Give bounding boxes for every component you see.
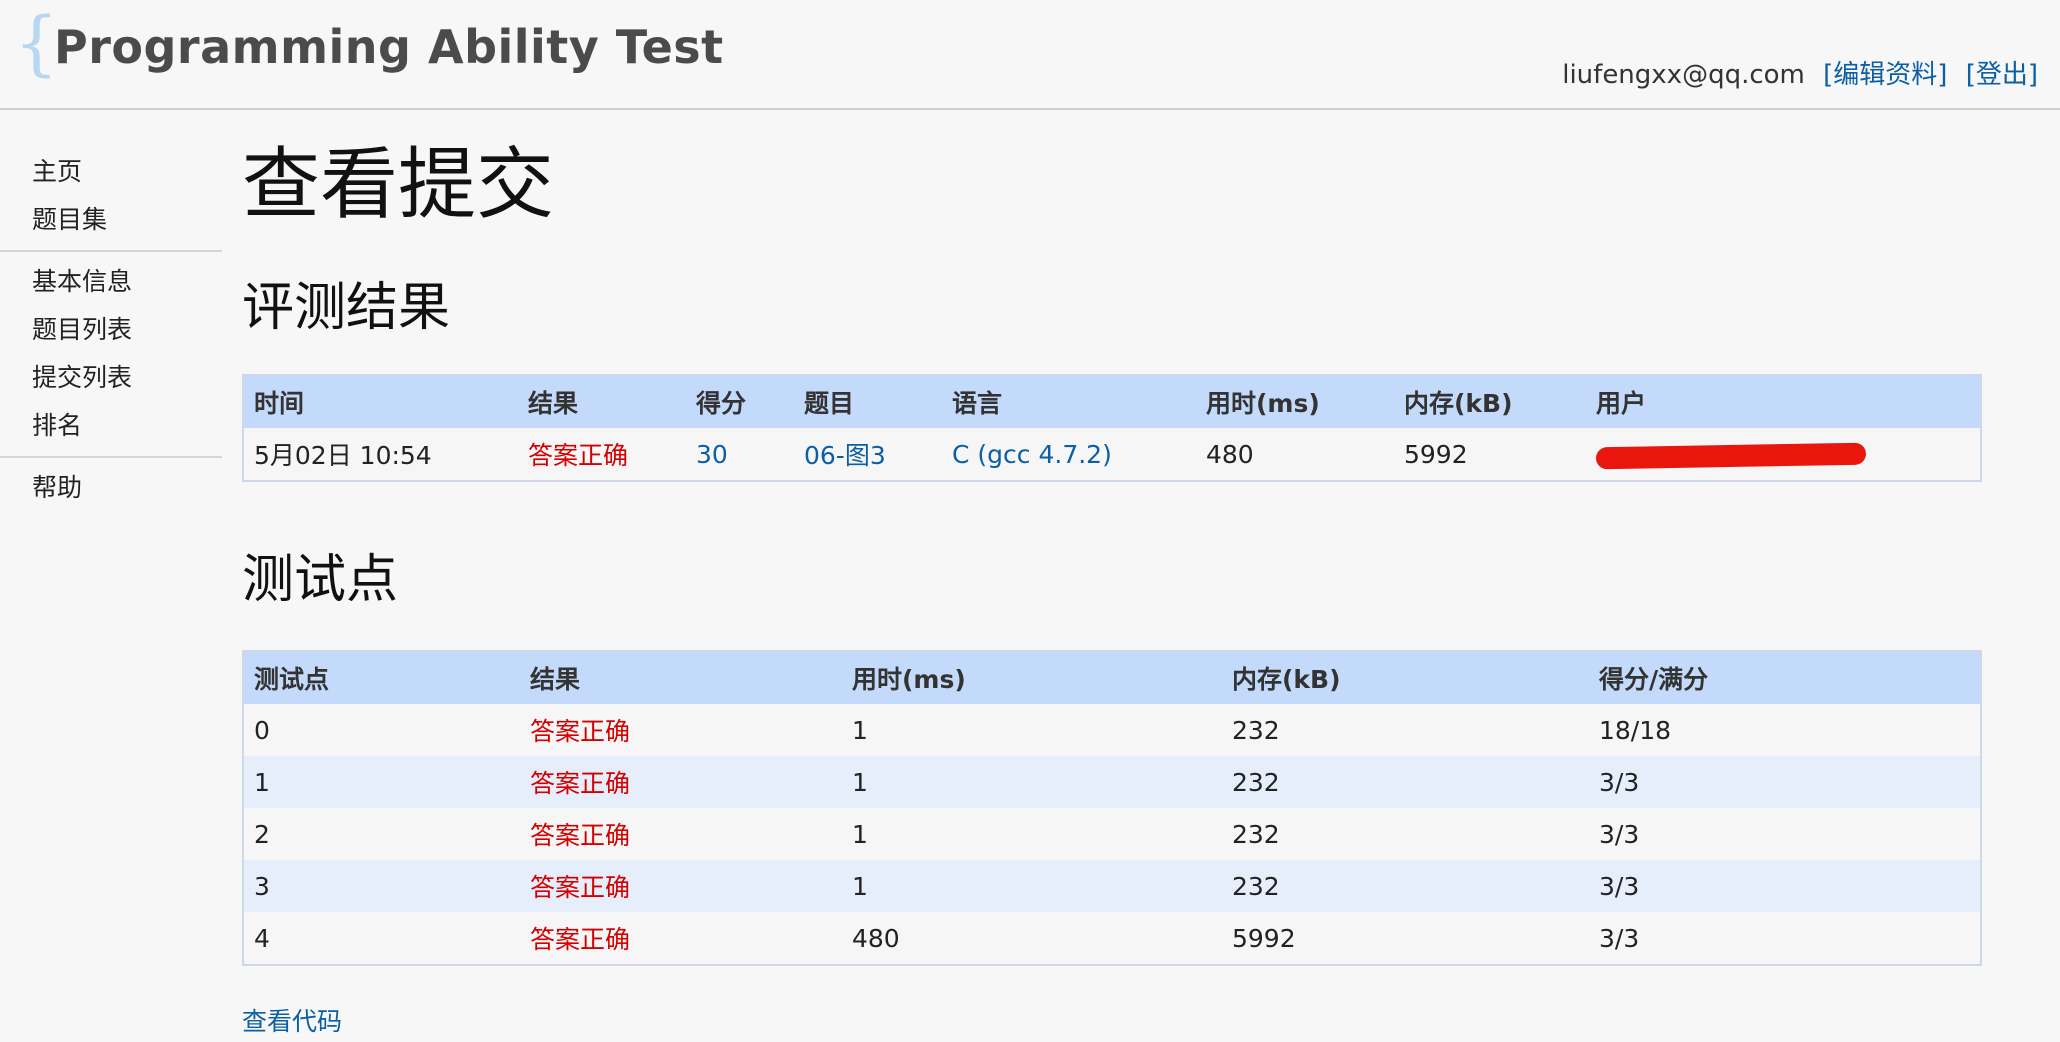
table-row: 1 答案正确 1 232 3/3 — [243, 756, 1981, 808]
time-ms-value: 1 — [852, 871, 868, 901]
sidebar-item-home[interactable]: 主页 — [0, 148, 222, 196]
nav-group-set: 基本信息 题目列表 提交列表 排名 — [0, 252, 222, 458]
time-ms-value: 480 — [1206, 439, 1254, 469]
table-header-row: 测试点 结果 用时(ms) 内存(kB) 得分/满分 — [243, 651, 1981, 704]
col-header-result: 结果 — [528, 389, 579, 418]
col-header-score: 得分 — [696, 389, 747, 418]
test-case-id: 1 — [254, 767, 270, 797]
test-case-id: 0 — [254, 715, 270, 745]
col-header-memory: 内存(kB) — [1232, 665, 1341, 694]
table-row: 3 答案正确 1 232 3/3 — [243, 860, 1981, 912]
sidebar: 主页 题目集 基本信息 题目列表 提交列表 排名 帮助 — [0, 142, 222, 518]
table-row: 0 答案正确 1 232 18/18 — [243, 704, 1981, 756]
logo-text[interactable]: Programming Ability Test — [54, 20, 724, 74]
logo-brace-icon: { — [14, 2, 59, 84]
nav-group-help: 帮助 — [0, 458, 222, 518]
submit-time: 5月02日 10:54 — [254, 441, 432, 470]
score-link[interactable]: 30 — [686, 428, 794, 481]
sidebar-item-problem-sets[interactable]: 题目集 — [0, 196, 222, 244]
result-status: 答案正确 — [530, 717, 631, 746]
col-header-result: 结果 — [530, 665, 581, 694]
user-cell — [1586, 428, 1981, 481]
view-code-link[interactable]: 查看代码 — [242, 1002, 342, 1038]
memory-value: 232 — [1232, 767, 1280, 797]
time-ms-value: 1 — [852, 715, 868, 745]
score-value: 3/3 — [1599, 767, 1640, 797]
col-header-memory: 内存(kB) — [1404, 389, 1513, 418]
col-header-test-case: 测试点 — [254, 665, 330, 694]
sidebar-item-basic-info[interactable]: 基本信息 — [0, 258, 222, 306]
result-status: 答案正确 — [530, 821, 631, 850]
nav-group-main: 主页 题目集 — [0, 142, 222, 252]
score-value: 18/18 — [1599, 715, 1672, 745]
col-header-time-ms: 用时(ms) — [852, 665, 966, 694]
result-status: 答案正确 — [530, 873, 631, 902]
logout-link[interactable]: [登出] — [1966, 60, 2038, 90]
sidebar-item-help[interactable]: 帮助 — [0, 464, 222, 512]
col-header-user: 用户 — [1596, 389, 1647, 418]
main-content: 查看提交 评测结果 时间 结果 得分 题目 语言 用时(ms) 内存(kB) 用… — [242, 130, 1982, 1038]
user-bar: liufengxx@qq.com [编辑资料] [登出] — [1562, 54, 2038, 91]
col-header-language: 语言 — [952, 389, 1003, 418]
memory-value: 5992 — [1232, 923, 1296, 953]
score-value: 3/3 — [1599, 819, 1640, 849]
header: { Programming Ability Test liufengxx@qq.… — [0, 0, 2060, 110]
result-status: 答案正确 — [530, 769, 631, 798]
test-case-id: 3 — [254, 871, 270, 901]
col-header-problem: 题目 — [804, 389, 855, 418]
judge-result-table: 时间 结果 得分 题目 语言 用时(ms) 内存(kB) 用户 5月02日 10… — [242, 374, 1982, 482]
time-ms-value: 480 — [852, 923, 900, 953]
table-row: 5月02日 10:54 答案正确 30 06-图3 C (gcc 4.7.2) … — [243, 428, 1981, 481]
score-value: 3/3 — [1599, 871, 1640, 901]
user-email: liufengxx@qq.com — [1562, 60, 1805, 90]
memory-value: 232 — [1232, 715, 1280, 745]
sidebar-item-submission-list[interactable]: 提交列表 — [0, 354, 222, 402]
col-header-time: 时间 — [254, 389, 305, 418]
table-row: 4 答案正确 480 5992 3/3 — [243, 912, 1981, 965]
edit-profile-link[interactable]: [编辑资料] — [1823, 60, 1947, 90]
result-status: 答案正确 — [530, 925, 631, 954]
test-cases-table: 测试点 结果 用时(ms) 内存(kB) 得分/满分 0 答案正确 1 232 … — [242, 650, 1982, 966]
memory-value: 5992 — [1404, 439, 1468, 469]
col-header-time-ms: 用时(ms) — [1206, 389, 1320, 418]
test-case-id: 4 — [254, 923, 270, 953]
test-case-id: 2 — [254, 819, 270, 849]
col-header-score-full: 得分/满分 — [1599, 665, 1709, 694]
redacted-user-mark — [1595, 442, 1867, 469]
time-ms-value: 1 — [852, 767, 868, 797]
problem-link[interactable]: 06-图3 — [794, 428, 942, 481]
page-title: 查看提交 — [242, 140, 555, 230]
memory-value: 232 — [1232, 871, 1280, 901]
table-header-row: 时间 结果 得分 题目 语言 用时(ms) 内存(kB) 用户 — [243, 375, 1981, 428]
test-cases-heading: 测试点 — [242, 550, 399, 610]
sidebar-item-problem-list[interactable]: 题目列表 — [0, 306, 222, 354]
time-ms-value: 1 — [852, 819, 868, 849]
language-link[interactable]: C (gcc 4.7.2) — [942, 428, 1196, 481]
memory-value: 232 — [1232, 819, 1280, 849]
score-value: 3/3 — [1599, 923, 1640, 953]
judge-result-heading: 评测结果 — [242, 278, 451, 338]
sidebar-item-ranking[interactable]: 排名 — [0, 402, 222, 450]
table-row: 2 答案正确 1 232 3/3 — [243, 808, 1981, 860]
result-status: 答案正确 — [528, 441, 629, 470]
